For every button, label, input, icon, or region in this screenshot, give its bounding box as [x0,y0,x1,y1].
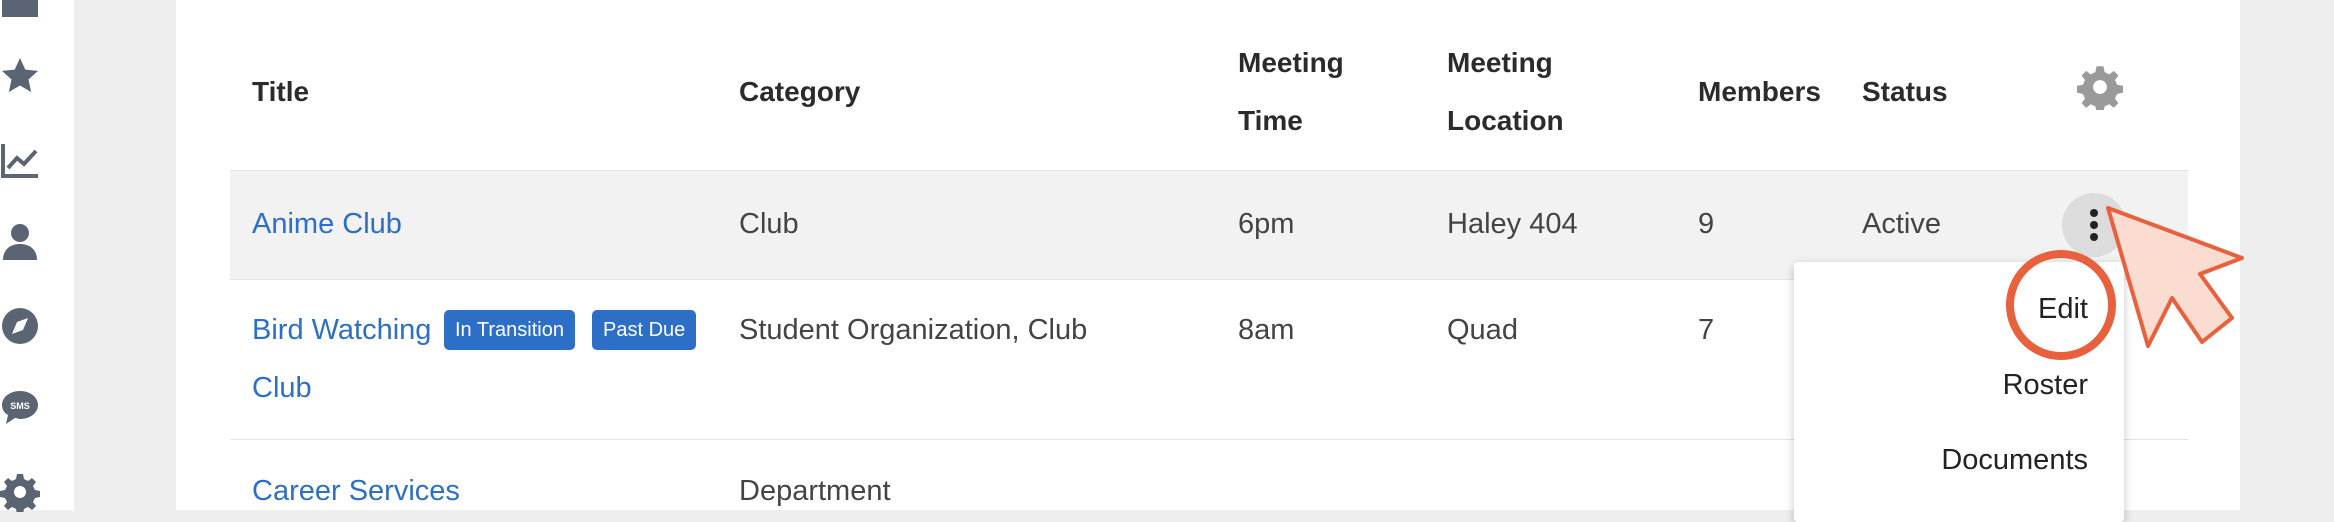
row-status: Active [1862,208,1941,240]
header-meeting-time-line2[interactable]: Time [1238,92,1303,150]
row-title-link[interactable]: Bird Watching [252,310,431,350]
chart-line-icon[interactable] [0,140,40,180]
header-meeting-time-line1[interactable]: Meeting [1238,34,1344,92]
menu-item-documents[interactable]: Documents [1941,440,2088,480]
row-title-link[interactable]: Career Services [252,471,460,511]
compass-icon[interactable] [0,306,40,346]
star-icon[interactable] [0,56,40,96]
row-members: 7 [1698,314,1715,346]
row-meeting-time: 8am [1238,314,1295,346]
menu-item-roster[interactable]: Roster [2003,365,2088,405]
header-title[interactable]: Title [252,63,309,121]
svg-text:SMS: SMS [10,401,30,411]
status-badge: Past Due [592,310,697,350]
folder-icon[interactable] [0,0,40,26]
row-title-link-continued[interactable]: Club [252,368,312,408]
header-members[interactable]: Members [1698,63,1821,121]
status-badge: In Transition [444,310,575,350]
sms-icon[interactable]: SMS [0,388,40,428]
row-meeting-location: Quad [1447,314,1518,346]
row-category: Club [739,208,799,240]
row-meeting-time: 6pm [1238,208,1295,240]
row-members: 9 [1698,208,1715,240]
gear-icon[interactable] [0,472,40,512]
header-status[interactable]: Status [1862,63,1948,121]
row-title-link[interactable]: Anime Club [252,204,402,244]
header-meeting-location-line2[interactable]: Location [1447,92,1564,150]
gear-icon[interactable] [2077,64,2123,110]
sidebar-rail: SMS [0,0,74,512]
header-category[interactable]: Category [739,63,860,121]
header-meeting-location-line1[interactable]: Meeting [1447,34,1553,92]
user-icon[interactable] [0,222,40,262]
row-category: Student Organization, Club [739,314,1088,346]
cursor-arrow-icon [2100,200,2250,365]
row-category: Department [739,475,891,507]
row-meeting-location: Haley 404 [1447,208,1578,240]
